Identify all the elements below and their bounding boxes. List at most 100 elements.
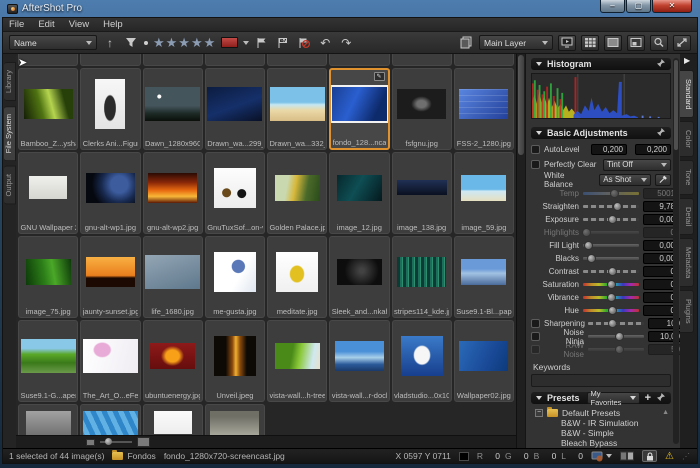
minimize-button[interactable]: –: [600, 0, 625, 13]
thumbnail-image[interactable]: [29, 176, 67, 199]
flag-reject-icon[interactable]: [296, 35, 312, 51]
thumbnail-cell-partial[interactable]: [205, 54, 265, 66]
thumbnail-cell[interactable]: ubuntuenergy.jpg: [143, 320, 203, 402]
slider-handle[interactable]: [608, 319, 617, 328]
layers-icon[interactable]: [458, 35, 474, 51]
preset-item[interactable]: B&W - IR Simulation: [535, 418, 671, 428]
thumbnail-cell[interactable]: image_138.jpg: [392, 152, 452, 234]
large-thumbnails-icon[interactable]: [137, 437, 150, 447]
thumbnail-cell-partial[interactable]: [329, 54, 389, 66]
flag-finished-icon[interactable]: [275, 35, 291, 51]
tab-library[interactable]: Library: [4, 62, 16, 101]
thumbnail-image[interactable]: [83, 339, 138, 373]
thumbnail-image[interactable]: [26, 259, 71, 285]
slider-handle[interactable]: [608, 267, 617, 276]
panel-scrollbar[interactable]: [673, 58, 679, 444]
thumbnail-image[interactable]: [145, 87, 200, 121]
thumbnail-image[interactable]: [150, 343, 195, 369]
thumbnail-view-button[interactable]: [581, 35, 599, 51]
flag-pick-icon[interactable]: [254, 35, 270, 51]
tab-plugins[interactable]: Plugins: [680, 290, 694, 333]
thumbnail-cell[interactable]: Dawn_1280x960.jpg: [143, 68, 203, 150]
slider-handle[interactable]: [615, 332, 624, 341]
scrollbar-thumb[interactable]: [674, 60, 678, 150]
title-bar[interactable]: AfterShot Pro – ▢ ✕: [2, 0, 698, 17]
thumbnail-image[interactable]: [332, 87, 387, 121]
thumbnail-cell-partial[interactable]: [267, 54, 327, 66]
layer-select[interactable]: Main Layer: [479, 35, 553, 50]
tab-file-system[interactable]: File System: [4, 106, 16, 161]
thumbnail-cell[interactable]: vista-wall...r-dock.jpg: [329, 320, 389, 402]
thumbnail-image[interactable]: [24, 89, 73, 119]
thumbnail-image[interactable]: [154, 411, 192, 434]
slider-handle[interactable]: [608, 215, 617, 224]
preset-item[interactable]: Bleach Bypass: [535, 438, 671, 448]
thumbnail-image[interactable]: [26, 411, 71, 435]
slider-handle[interactable]: [607, 293, 616, 302]
thumbnail-image[interactable]: [461, 259, 506, 285]
thumbnail-cell[interactable]: Clerks Ani...Figure.jpg: [80, 68, 140, 150]
thumbnail-cell[interactable]: meditate.jpg: [267, 236, 327, 318]
slider-contrast[interactable]: [583, 270, 639, 273]
slider-handle[interactable]: [610, 189, 619, 198]
thumbnail-image[interactable]: [397, 89, 446, 119]
filter-icon[interactable]: [123, 35, 139, 51]
menu-help[interactable]: Help: [103, 19, 123, 30]
slider-noise-ninja[interactable]: [588, 335, 644, 338]
thumbnail-cell[interactable]: Drawn_wa...299_.jpg: [205, 68, 265, 150]
slider-handle[interactable]: [615, 345, 624, 354]
slider-handle[interactable]: [584, 241, 593, 250]
thumbnail-cell[interactable]: Golden Palace.jpg: [267, 152, 327, 234]
slider-fill-light[interactable]: [583, 244, 639, 247]
close-button[interactable]: ✕: [652, 0, 692, 13]
thumbnail-image[interactable]: [397, 180, 447, 195]
thumbnail-cell[interactable]: life_1680.jpg: [143, 236, 203, 318]
pin-icon[interactable]: [656, 58, 666, 70]
scrollbar-thumb[interactable]: [518, 55, 524, 155]
rotate-left-icon[interactable]: ↶: [317, 35, 333, 51]
eyedropper-button[interactable]: [655, 174, 671, 186]
thumbnail-image[interactable]: [148, 173, 197, 203]
collapse-icon[interactable]: [536, 62, 542, 66]
thumbnail-image[interactable]: [459, 341, 508, 371]
slider-handle[interactable]: [105, 438, 112, 445]
scroll-up-icon[interactable]: ▲: [662, 409, 669, 416]
dropdown-perfectly-clear[interactable]: Tint Off: [603, 159, 671, 171]
thumbnail-cell[interactable]: GNU Wallpaper 2.jpg: [18, 152, 78, 234]
thumbnail-cell-partial[interactable]: [143, 54, 203, 66]
checkbox-perfectly-clear[interactable]: [531, 160, 540, 169]
small-thumbnails-icon[interactable]: [86, 439, 95, 446]
checkbox-sharpening[interactable]: [531, 319, 540, 328]
thumbnail-cell[interactable]: image_59.jpg: [454, 152, 514, 234]
thumbnail-image[interactable]: [83, 411, 138, 435]
thumbnail-cell[interactable]: Suse9.1-Bl...papers.jpg: [454, 236, 514, 318]
thumbnail-image[interactable]: [145, 255, 200, 289]
keywords-input[interactable]: [531, 374, 671, 387]
maximize-button[interactable]: ▢: [626, 0, 651, 13]
slider-temp[interactable]: [583, 192, 639, 195]
collapse-icon[interactable]: [536, 396, 542, 400]
thumbnail-cell[interactable]: gnu-alt-wp2.jpg: [143, 152, 203, 234]
thumbnail-cell-partial[interactable]: [143, 404, 203, 435]
tab-tone[interactable]: Tone: [680, 160, 694, 194]
thumbnail-image[interactable]: [275, 343, 320, 369]
thumbnail-image[interactable]: [21, 339, 76, 373]
add-preset-button[interactable]: +: [645, 392, 651, 404]
thumbnail-image[interactable]: [95, 79, 125, 129]
thumbnail-cell[interactable]: Drawn_wa...332_.jpg: [267, 68, 327, 150]
pin-icon[interactable]: [656, 127, 666, 139]
checkbox-noise-ninja[interactable]: [531, 332, 540, 341]
menu-edit[interactable]: Edit: [38, 19, 54, 30]
thumbnail-cell[interactable]: GnuTuxSof...on-v1.jpg: [205, 152, 265, 234]
thumbnail-cell[interactable]: me-gusta.jpg: [205, 236, 265, 318]
thumbnail-image[interactable]: [86, 173, 135, 203]
presets-favorites-select[interactable]: My Favorites: [587, 392, 640, 404]
basic-adjustments-header[interactable]: Basic Adjustments: [531, 127, 671, 139]
value-box[interactable]: 0,200: [591, 144, 627, 155]
color-label-swatch[interactable]: [221, 37, 238, 48]
thumbnail-cell-partial[interactable]: [80, 404, 140, 435]
menu-view[interactable]: View: [69, 19, 89, 30]
thumbnail-cell[interactable]: gnu-alt-wp1.jpg: [80, 152, 140, 234]
thumbnail-image[interactable]: [337, 175, 382, 201]
sort-select[interactable]: Name: [9, 35, 97, 50]
